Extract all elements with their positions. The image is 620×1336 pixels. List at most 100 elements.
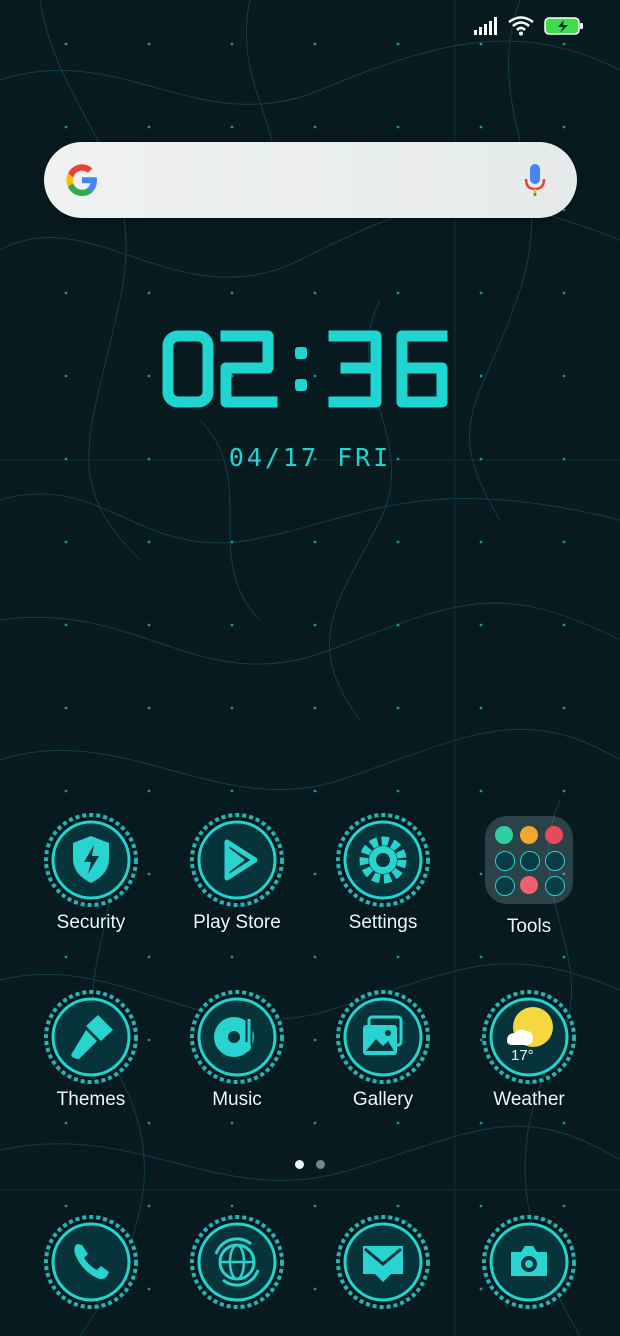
folder-icon xyxy=(485,816,573,904)
wallpaper-dot xyxy=(230,1204,234,1208)
music-disc-icon xyxy=(190,990,284,1084)
wallpaper-dot xyxy=(147,1121,151,1125)
wallpaper-dot xyxy=(230,540,234,544)
gear-icon xyxy=(336,813,430,907)
wallpaper-dot xyxy=(147,623,151,627)
brush-icon xyxy=(44,990,138,1084)
wallpaper-dot xyxy=(479,706,483,710)
wallpaper-dot xyxy=(230,42,234,46)
wallpaper-dot xyxy=(479,1121,483,1125)
page-indicator xyxy=(0,1160,620,1169)
wallpaper-dot xyxy=(396,706,400,710)
camera-icon xyxy=(482,1215,576,1309)
wallpaper-dot xyxy=(147,540,151,544)
wallpaper-dot xyxy=(396,125,400,129)
app-security[interactable]: Security xyxy=(18,812,164,934)
wallpaper-dot xyxy=(147,706,151,710)
wallpaper-dot xyxy=(64,540,68,544)
signal-icon xyxy=(474,17,497,35)
app-settings[interactable]: Settings xyxy=(310,812,456,934)
wallpaper-dot xyxy=(64,1121,68,1125)
folder-tools[interactable]: Tools xyxy=(456,812,602,938)
wallpaper-dot xyxy=(230,955,234,959)
wallpaper-dot xyxy=(147,291,151,295)
play-icon xyxy=(190,813,284,907)
google-logo-icon xyxy=(66,164,97,196)
app-music[interactable]: Music xyxy=(164,989,310,1111)
wallpaper-dot xyxy=(147,789,151,793)
google-search-bar[interactable] xyxy=(44,142,577,218)
clock-date: 04/17 FRI xyxy=(228,443,392,472)
wallpaper-dot xyxy=(313,1121,317,1125)
wallpaper-dot xyxy=(562,540,566,544)
wallpaper-dot xyxy=(396,955,400,959)
wallpaper-dot xyxy=(64,955,68,959)
wallpaper-dot xyxy=(396,540,400,544)
app-label: Gallery xyxy=(352,1089,414,1110)
wallpaper-dot xyxy=(64,623,68,627)
wallpaper-dot xyxy=(313,955,317,959)
wallpaper-dot xyxy=(562,42,566,46)
wallpaper-dot xyxy=(147,955,151,959)
wallpaper-dot xyxy=(396,291,400,295)
wallpaper-dot xyxy=(479,955,483,959)
wallpaper-dot xyxy=(313,125,317,129)
wallpaper-dot xyxy=(313,706,317,710)
wallpaper-dot xyxy=(562,1121,566,1125)
wallpaper-dot xyxy=(562,1204,566,1208)
wallpaper-dot xyxy=(147,1204,151,1208)
dock-messages[interactable] xyxy=(310,1214,456,1310)
app-label: Tools xyxy=(506,916,552,937)
battery-charging-icon xyxy=(544,17,583,35)
wallpaper-dot xyxy=(396,42,400,46)
wallpaper-dot xyxy=(479,540,483,544)
clock-widget[interactable] xyxy=(0,328,620,412)
wallpaper-dot xyxy=(479,1204,483,1208)
microphone-icon[interactable] xyxy=(523,162,547,198)
wallpaper-dot xyxy=(313,789,317,793)
wallpaper-dot xyxy=(479,789,483,793)
app-label: Music xyxy=(212,1089,262,1110)
wallpaper-dot xyxy=(230,125,234,129)
app-label: Settings xyxy=(348,912,418,933)
wallpaper-dot xyxy=(64,291,68,295)
wallpaper-dot xyxy=(64,42,68,46)
wallpaper-dot xyxy=(64,1204,68,1208)
dock-phone[interactable] xyxy=(18,1214,164,1310)
dock-camera[interactable] xyxy=(456,1214,602,1310)
wallpaper-dot xyxy=(230,706,234,710)
app-themes[interactable]: Themes xyxy=(18,989,164,1111)
wallpaper-dot xyxy=(147,42,151,46)
wallpaper-dot xyxy=(562,955,566,959)
wallpaper-dot xyxy=(562,623,566,627)
wallpaper-dot xyxy=(64,125,68,129)
app-play-store[interactable]: Play Store xyxy=(164,812,310,934)
wallpaper-dot xyxy=(147,125,151,129)
wallpaper-dot xyxy=(396,623,400,627)
app-label: Weather xyxy=(493,1089,565,1110)
app-label: Themes xyxy=(56,1089,126,1110)
app-label: Security xyxy=(56,912,126,933)
wifi-icon xyxy=(508,16,534,36)
app-gallery[interactable]: Gallery xyxy=(310,989,456,1111)
wallpaper-dot xyxy=(562,706,566,710)
clock-time xyxy=(162,330,448,408)
wallpaper-dot xyxy=(313,540,317,544)
weather-icon xyxy=(482,990,576,1084)
wallpaper-dot xyxy=(396,1204,400,1208)
wallpaper-dot xyxy=(64,706,68,710)
weather-temperature: 17° xyxy=(511,1047,534,1064)
page-dot xyxy=(316,1160,325,1169)
wallpaper-dot xyxy=(313,291,317,295)
wallpaper-dot xyxy=(64,789,68,793)
shield-bolt-icon xyxy=(44,813,138,907)
dock-browser[interactable] xyxy=(164,1214,310,1310)
wallpaper-dot xyxy=(396,789,400,793)
wallpaper-dot xyxy=(313,1204,317,1208)
app-weather[interactable]: 17° Weather xyxy=(456,989,602,1111)
status-bar xyxy=(474,16,584,36)
wallpaper-dot xyxy=(230,789,234,793)
wallpaper-dot xyxy=(562,291,566,295)
wallpaper-dot xyxy=(313,623,317,627)
wallpaper-dot xyxy=(396,1121,400,1125)
